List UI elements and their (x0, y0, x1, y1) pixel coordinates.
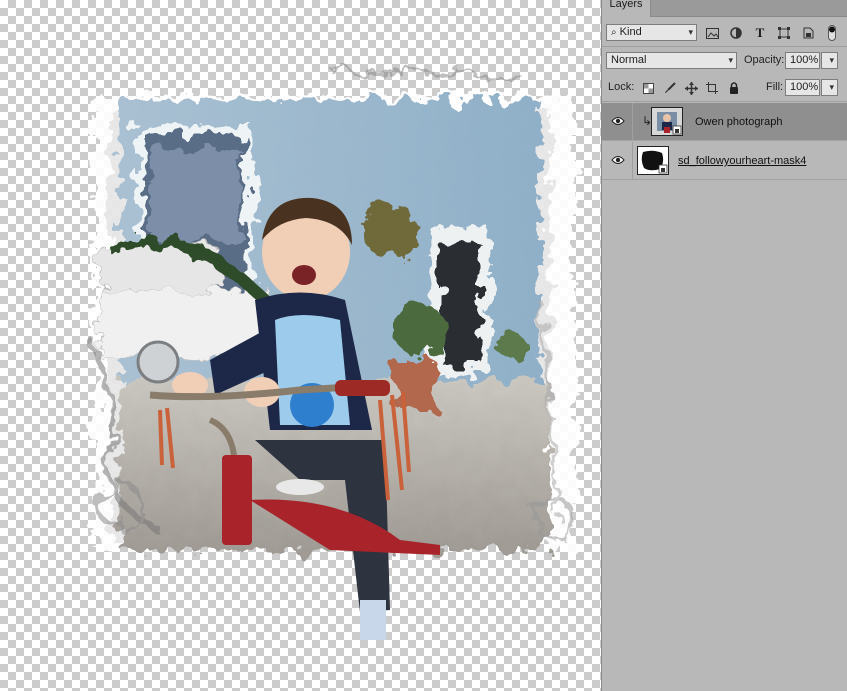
blend-mode-value: Normal (611, 54, 647, 66)
opacity-input[interactable]: 100% (785, 52, 820, 69)
layer-thumbnail[interactable] (651, 107, 683, 136)
photo-artwork (87, 68, 578, 640)
filter-kind-value: Kind (619, 26, 642, 38)
layer-name[interactable]: sd_followyourheart-mask4 (678, 142, 806, 180)
chevron-down-icon: ▾ (688, 27, 693, 37)
layer-row-mask[interactable]: sd_followyourheart-mask4 (602, 142, 847, 180)
layer-thumbnail[interactable] (637, 146, 669, 175)
image-filter-icon[interactable] (704, 25, 720, 41)
fill-input[interactable]: 100% (785, 79, 820, 96)
lock-paint-icon[interactable] (662, 80, 678, 96)
lock-move-icon[interactable] (683, 80, 699, 96)
filter-kind-select[interactable]: ⌕ Kind ▾ (606, 24, 697, 41)
lock-transparent-icon[interactable] (640, 80, 656, 96)
fill-label: Fill: (766, 81, 784, 93)
visibility-toggle[interactable] (602, 142, 633, 180)
opacity-label: Opacity: (744, 54, 785, 66)
eye-icon (611, 117, 625, 125)
lock-row: Lock: Fill: 100% ▾ (602, 78, 847, 98)
visibility-toggle[interactable] (602, 103, 633, 141)
layer-row-owen-photograph[interactable]: ↳ Owen photograph (602, 103, 847, 141)
chevron-down-icon: ▾ (829, 82, 834, 92)
divider (602, 46, 847, 47)
search-icon: ⌕ (611, 27, 617, 38)
panel-tab-bar: Layers (602, 0, 847, 17)
smart-object-filter-icon[interactable] (800, 25, 816, 41)
shape-filter-icon[interactable] (776, 25, 792, 41)
opacity-dropdown-button[interactable]: ▾ (821, 52, 838, 69)
adjustment-filter-icon[interactable] (728, 25, 744, 41)
fill-dropdown-button[interactable]: ▾ (821, 79, 838, 96)
blend-row: Normal ▾ Opacity: 100% ▾ (602, 51, 847, 71)
lock-artboard-icon[interactable] (704, 80, 720, 96)
lock-all-icon[interactable] (726, 80, 742, 96)
lock-label: Lock: (608, 81, 635, 93)
chevron-down-icon: ▾ (829, 55, 834, 65)
mask-thumbnail-icon (638, 147, 668, 174)
layers-panel: Layers ⌕ Kind ▾ T Normal ▾ Opacity: 100%… (601, 0, 847, 691)
blend-mode-select[interactable]: Normal ▾ (606, 52, 737, 69)
layer-filter-row: ⌕ Kind ▾ T (602, 22, 847, 44)
divider (602, 101, 847, 102)
document-canvas[interactable] (0, 0, 601, 691)
photo-thumbnail-icon (652, 108, 682, 135)
tab-layers[interactable]: Layers (602, 0, 651, 17)
eye-icon (611, 156, 625, 164)
filter-toggle-icon[interactable] (824, 25, 840, 41)
type-filter-icon[interactable]: T (752, 25, 768, 41)
layer-name[interactable]: Owen photograph (695, 103, 782, 141)
chevron-down-icon: ▾ (728, 55, 733, 65)
